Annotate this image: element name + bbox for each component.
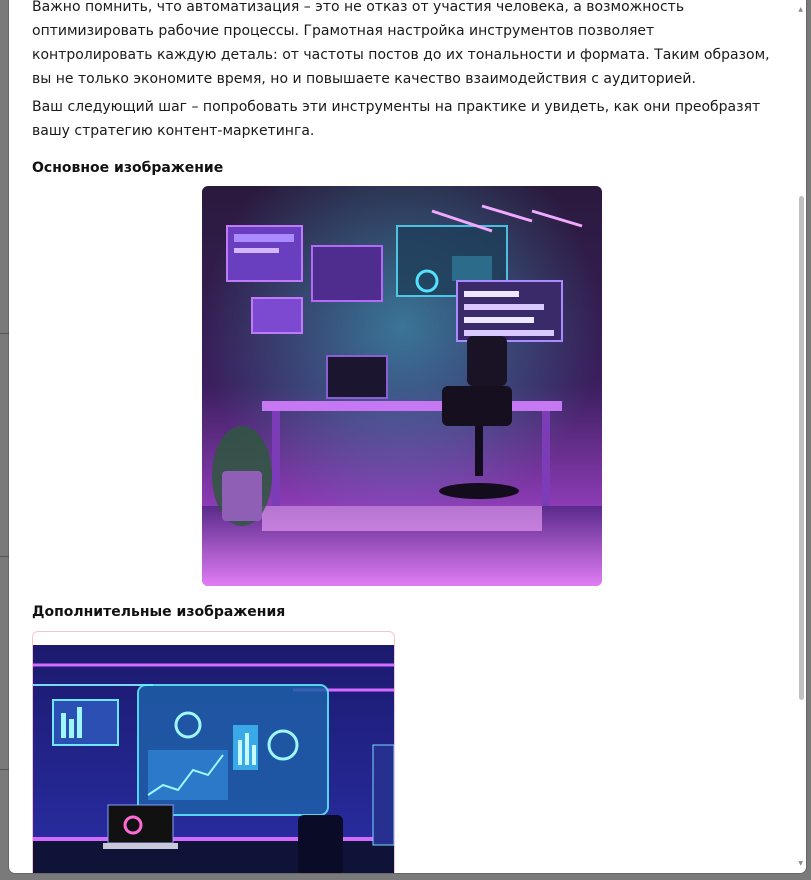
extra-images-title: Дополнительные изображения bbox=[32, 604, 286, 620]
main-image-title: Основное изображение bbox=[32, 160, 224, 176]
neon-office-illustration-icon bbox=[202, 186, 602, 586]
scrollbar-thumb[interactable] bbox=[799, 196, 804, 700]
scroll-up-icon[interactable]: ▲ bbox=[798, 6, 803, 13]
article-paragraph: Важно помнить, что автоматизация – это н… bbox=[32, 0, 770, 87]
main-image[interactable] bbox=[202, 186, 602, 586]
extra-image-card[interactable] bbox=[32, 631, 395, 873]
scroll-down-icon[interactable]: ▼ bbox=[798, 860, 803, 867]
image-preview-modal: Важно помнить, что автоматизация – это н… bbox=[9, 0, 806, 873]
article-paragraph: Ваш следующий шаг – попробовать эти инст… bbox=[32, 99, 761, 139]
neon-dashboard-illustration-icon bbox=[33, 645, 394, 873]
